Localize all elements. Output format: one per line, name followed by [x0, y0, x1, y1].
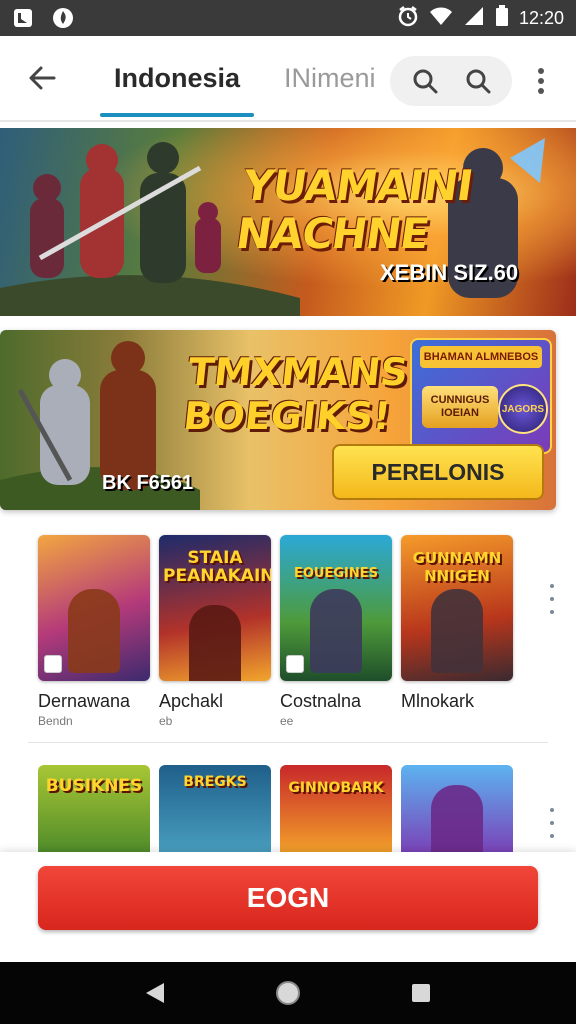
- game-thumb-title: BREGKS: [183, 774, 247, 790]
- top-app-bar: Indonesia INimeni: [0, 36, 576, 122]
- promo-button[interactable]: PERELONIS: [332, 444, 544, 500]
- game-thumbnail: [401, 765, 513, 855]
- game-card[interactable]: STAIA PEANAKAIN Apchakl eb: [159, 535, 271, 728]
- game-thumbnail: GINNOBARK: [280, 765, 392, 855]
- search-button[interactable]: [411, 67, 439, 95]
- triangle-back-icon: [146, 983, 164, 1003]
- row-2-more-button[interactable]: [545, 808, 559, 838]
- alarm-icon: [397, 5, 419, 32]
- nav-recents-button[interactable]: [410, 982, 432, 1004]
- square-recents-icon: [412, 984, 430, 1002]
- game-thumbnail: [38, 535, 150, 681]
- more-vert-icon-dot: [550, 821, 554, 825]
- system-navigation-bar: [0, 962, 576, 1024]
- mini-card-left-label: CUNNIGUS IOEIAN: [422, 386, 498, 428]
- mini-card-badge: JAGORS: [498, 384, 548, 434]
- games-row-2: BUSIKNES BREGKS GINNOBARK: [38, 765, 513, 855]
- games-row-1: Dernawana Bendn STAIA PEANAKAIN Apchakl …: [38, 535, 513, 728]
- notification-icon: [12, 7, 34, 29]
- section-divider: [28, 742, 548, 743]
- search-pill: [390, 56, 512, 106]
- bottom-cta-container: EOGN: [0, 852, 576, 962]
- game-name: Dernawana: [38, 691, 131, 711]
- game-card[interactable]: BREGKS: [159, 765, 271, 855]
- game-card[interactable]: BUSIKNES: [38, 765, 150, 855]
- game-card[interactable]: [401, 765, 513, 855]
- primary-cta-button[interactable]: EOGN: [38, 866, 538, 930]
- tab-indonesia[interactable]: Indonesia: [99, 35, 255, 121]
- status-bar: 12:20: [0, 0, 576, 36]
- clock-text: 12:20: [518, 7, 564, 28]
- nav-home-button[interactable]: [274, 979, 302, 1007]
- game-badge-icon: [286, 655, 304, 673]
- game-hero-art: [431, 785, 483, 855]
- search-icon: [413, 69, 437, 94]
- wifi-icon: [429, 6, 453, 31]
- game-hero-art: [431, 589, 483, 673]
- banner-title: YUAMAINI NACHNE: [233, 161, 476, 258]
- promo-banner[interactable]: TMXMANS BOEGIKS! BK F6561 BHAMAN ALMNEBO…: [0, 330, 556, 510]
- hero-banner[interactable]: YUAMAINI NACHNE XEBIN SIZ.60: [0, 128, 576, 316]
- game-name: Apchakl: [159, 691, 224, 711]
- game-hero-art: [189, 605, 241, 681]
- game-name: Mlnokark: [401, 691, 475, 711]
- game-thumb-title: EOUEGINES: [294, 566, 378, 581]
- promo-title: TMXMANS BOEGIKS!: [181, 350, 411, 438]
- more-vert-icon: [550, 808, 554, 812]
- battery-icon: [495, 4, 509, 32]
- tab-inimeni[interactable]: INimeni: [284, 35, 376, 121]
- more-vert-icon-dot: [550, 834, 554, 838]
- app-notification-icon: [52, 7, 74, 29]
- back-button[interactable]: [12, 48, 72, 108]
- more-vert-icon: [550, 584, 554, 588]
- game-thumb-title: GINNOBARK: [288, 780, 384, 796]
- nav-back-button[interactable]: [144, 981, 166, 1005]
- game-card[interactable]: GUNNAMN NNIGEN Mlnokark: [401, 535, 513, 728]
- game-thumb-title: BUSIKNES: [45, 776, 143, 796]
- row-1-more-button[interactable]: [545, 584, 559, 614]
- game-thumbnail: BREGKS: [159, 765, 271, 855]
- game-badge-icon: [44, 655, 62, 673]
- game-hero-art: [310, 589, 362, 673]
- overflow-menu-button[interactable]: [526, 64, 556, 98]
- game-subtitle: ee: [280, 714, 294, 728]
- game-card[interactable]: EOUEGINES Costnalna ee: [280, 535, 392, 728]
- circle-home-icon: [276, 981, 300, 1005]
- game-name: Costnalna: [280, 691, 362, 711]
- game-subtitle: Bendn: [38, 714, 73, 728]
- app-screen: 12:20 Indonesia INimeni YUAMAINI NACHNE …: [0, 0, 576, 1024]
- game-thumb-title: STAIA PEANAKAIN: [163, 548, 271, 586]
- banner-subtitle: XEBIN SIZ.60: [380, 260, 519, 285]
- arrow-left-icon: [29, 66, 56, 90]
- promo-mini-card: BHAMAN ALMNEBOS CUNNIGUS IOEIAN JAGORS: [410, 338, 552, 454]
- search-icon: [466, 69, 490, 94]
- game-thumb-title: GUNNAMN NNIGEN: [412, 549, 502, 585]
- game-card[interactable]: GINNOBARK: [280, 765, 392, 855]
- game-thumbnail: STAIA PEANAKAIN: [159, 535, 271, 681]
- mini-card-header: BHAMAN ALMNEBOS: [420, 346, 542, 368]
- game-thumbnail: BUSIKNES: [38, 765, 150, 855]
- game-card[interactable]: Dernawana Bendn: [38, 535, 150, 728]
- game-hero-art: [68, 589, 120, 673]
- search-button-secondary[interactable]: [464, 67, 492, 95]
- signal-icon: [463, 6, 485, 31]
- more-vert-icon-dot: [550, 610, 554, 614]
- more-vert-icon: [538, 68, 544, 94]
- promo-footer: BK F6561: [102, 472, 194, 494]
- game-thumbnail: EOUEGINES: [280, 535, 392, 681]
- game-subtitle: eb: [159, 714, 173, 728]
- more-vert-icon-dot: [550, 597, 554, 601]
- game-thumbnail: GUNNAMN NNIGEN: [401, 535, 513, 681]
